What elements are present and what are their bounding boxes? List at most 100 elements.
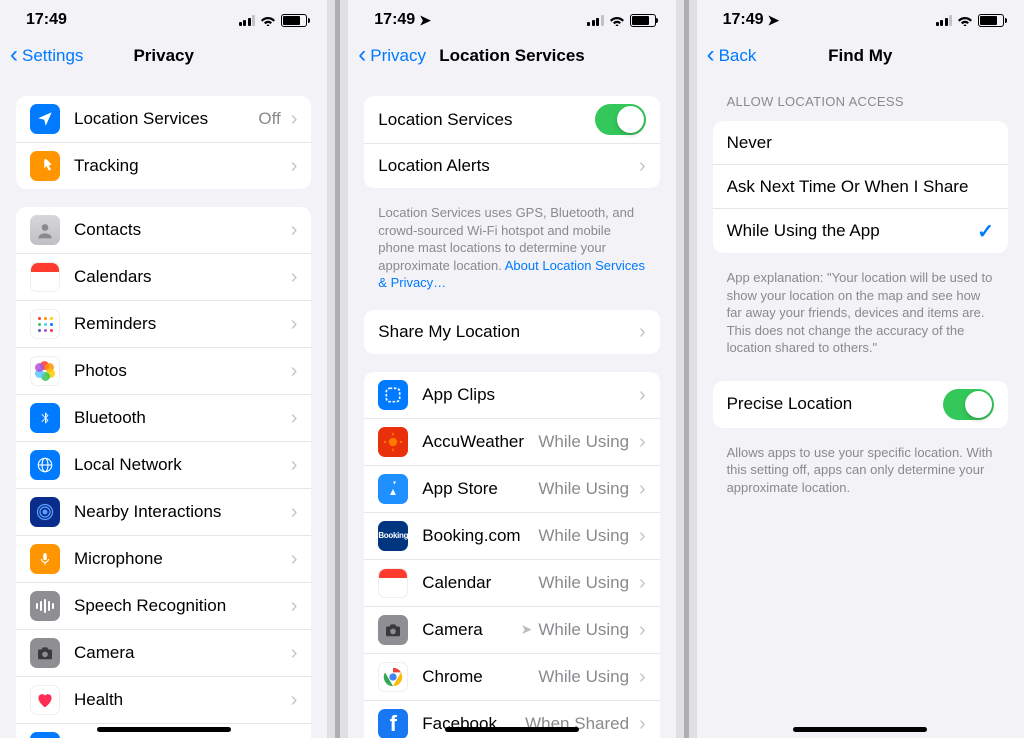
chevron-right-icon: ›	[639, 573, 646, 593]
precise-location-toggle[interactable]	[943, 389, 994, 420]
row-app-store[interactable]: App StoreWhile Using›	[364, 466, 659, 513]
screen-divider	[684, 0, 689, 738]
row-calendars[interactable]: Calendars›	[16, 254, 311, 301]
chevron-right-icon: ›	[291, 408, 298, 428]
facebook-icon: f	[378, 709, 408, 738]
nearby-interactions-icon	[30, 497, 60, 527]
option-ask-next-time[interactable]: Ask Next Time Or When I Share	[713, 165, 1008, 209]
row-photos[interactable]: Photos›	[16, 348, 311, 395]
row-nearby[interactable]: Nearby Interactions›	[16, 489, 311, 536]
microphone-icon	[30, 544, 60, 574]
camera-icon	[30, 638, 60, 668]
chevron-right-icon: ›	[639, 156, 646, 176]
location-services-screen: 17:49➤ ‹Privacy Location Services Locati…	[348, 0, 675, 738]
battery-icon	[978, 14, 1004, 27]
row-booking[interactable]: BookingBooking.comWhile Using›	[364, 513, 659, 560]
home-indicator[interactable]	[445, 727, 579, 732]
chevron-right-icon: ›	[291, 502, 298, 522]
row-location-services-toggle[interactable]: Location Services	[364, 96, 659, 144]
apps-group: App Clips› AccuWeatherWhile Using› App S…	[364, 372, 659, 738]
chevron-right-icon: ›	[639, 432, 646, 452]
contacts-icon	[30, 215, 60, 245]
chevron-right-icon: ›	[291, 549, 298, 569]
wifi-icon	[260, 14, 276, 26]
chevron-left-icon: ‹	[707, 43, 715, 67]
local-network-icon	[30, 450, 60, 480]
row-precise-location[interactable]: Precise Location	[713, 381, 1008, 428]
status-location-icon: ➤	[419, 12, 431, 29]
row-share-my-location[interactable]: Share My Location ›	[364, 310, 659, 354]
row-reminders[interactable]: Reminders›	[16, 301, 311, 348]
row-location-alerts[interactable]: Location Alerts ›	[364, 144, 659, 188]
battery-icon	[281, 14, 307, 27]
health-icon	[30, 685, 60, 715]
row-bluetooth[interactable]: Bluetooth›	[16, 395, 311, 442]
tracking-icon	[30, 151, 60, 181]
find-my-screen: 17:49➤ ‹Back Find My Allow Location Acce…	[697, 0, 1024, 738]
calendars-icon	[30, 262, 60, 292]
status-bar: 17:49➤	[697, 0, 1024, 34]
chevron-left-icon: ‹	[358, 43, 366, 67]
status-location-icon: ➤	[767, 12, 779, 29]
photos-icon	[30, 356, 60, 386]
row-camera-app[interactable]: Camera➤While Using›	[364, 607, 659, 654]
screen-divider	[335, 0, 340, 738]
location-services-toggle-group: Location Services Location Alerts ›	[364, 96, 659, 188]
chevron-right-icon: ›	[639, 620, 646, 640]
content-scroll[interactable]: Location Services Off › Tracking › Conta…	[0, 78, 327, 738]
row-local-network[interactable]: Local Network›	[16, 442, 311, 489]
location-services-toggle[interactable]	[595, 104, 646, 135]
research-icon	[30, 732, 60, 738]
chevron-right-icon: ›	[291, 690, 298, 710]
calendar-app-icon	[378, 568, 408, 598]
chevron-right-icon: ›	[291, 314, 298, 334]
row-health[interactable]: Health›	[16, 677, 311, 724]
option-never[interactable]: Never	[713, 121, 1008, 165]
chevron-right-icon: ›	[291, 267, 298, 287]
chevron-right-icon: ›	[639, 667, 646, 687]
precise-location-group: Precise Location	[713, 381, 1008, 428]
camera-app-icon	[378, 615, 408, 645]
chevron-right-icon: ›	[291, 596, 298, 616]
wifi-icon	[609, 14, 625, 26]
row-camera[interactable]: Camera›	[16, 630, 311, 677]
row-app-clips[interactable]: App Clips›	[364, 372, 659, 419]
row-speech[interactable]: Speech Recognition›	[16, 583, 311, 630]
row-contacts[interactable]: Contacts›	[16, 207, 311, 254]
app-clips-icon	[378, 380, 408, 410]
back-button[interactable]: ‹Privacy	[358, 45, 426, 67]
row-tracking[interactable]: Tracking ›	[16, 143, 311, 189]
status-time: 17:49	[26, 11, 67, 29]
app-store-icon	[378, 474, 408, 504]
content-scroll[interactable]: Location Services Location Alerts › Loca…	[348, 78, 675, 738]
location-indicator-icon: ➤	[521, 621, 533, 638]
status-bar: 17:49	[0, 0, 327, 34]
nav-bar: ‹Back Find My	[697, 34, 1024, 78]
cellular-signal-icon	[587, 15, 604, 26]
row-accuweather[interactable]: AccuWeatherWhile Using›	[364, 419, 659, 466]
speech-recognition-icon	[30, 591, 60, 621]
row-microphone[interactable]: Microphone›	[16, 536, 311, 583]
chevron-right-icon: ›	[291, 109, 298, 129]
location-access-options: Never Ask Next Time Or When I Share Whil…	[713, 121, 1008, 253]
content-scroll[interactable]: Allow Location Access Never Ask Next Tim…	[697, 78, 1024, 738]
chevron-right-icon: ›	[291, 156, 298, 176]
battery-icon	[630, 14, 656, 27]
row-facebook[interactable]: fFacebookWhen Shared›	[364, 701, 659, 738]
status-time: 17:49	[723, 11, 764, 29]
back-button[interactable]: ‹Back	[707, 45, 757, 67]
row-calendar[interactable]: CalendarWhile Using›	[364, 560, 659, 607]
booking-icon: Booking	[378, 521, 408, 551]
reminders-icon	[30, 309, 60, 339]
chevron-right-icon: ›	[639, 322, 646, 342]
home-indicator[interactable]	[97, 727, 231, 732]
privacy-data-group: Contacts› Calendars› Reminders› Photos› …	[16, 207, 311, 738]
privacy-main-group: Location Services Off › Tracking ›	[16, 96, 311, 189]
option-while-using[interactable]: While Using the App✓	[713, 209, 1008, 253]
home-indicator[interactable]	[793, 727, 927, 732]
row-location-services[interactable]: Location Services Off ›	[16, 96, 311, 143]
nav-bar: ‹Settings Privacy	[0, 34, 327, 78]
back-button[interactable]: ‹Settings	[10, 45, 83, 67]
row-chrome[interactable]: ChromeWhile Using›	[364, 654, 659, 701]
status-time: 17:49	[374, 11, 415, 29]
